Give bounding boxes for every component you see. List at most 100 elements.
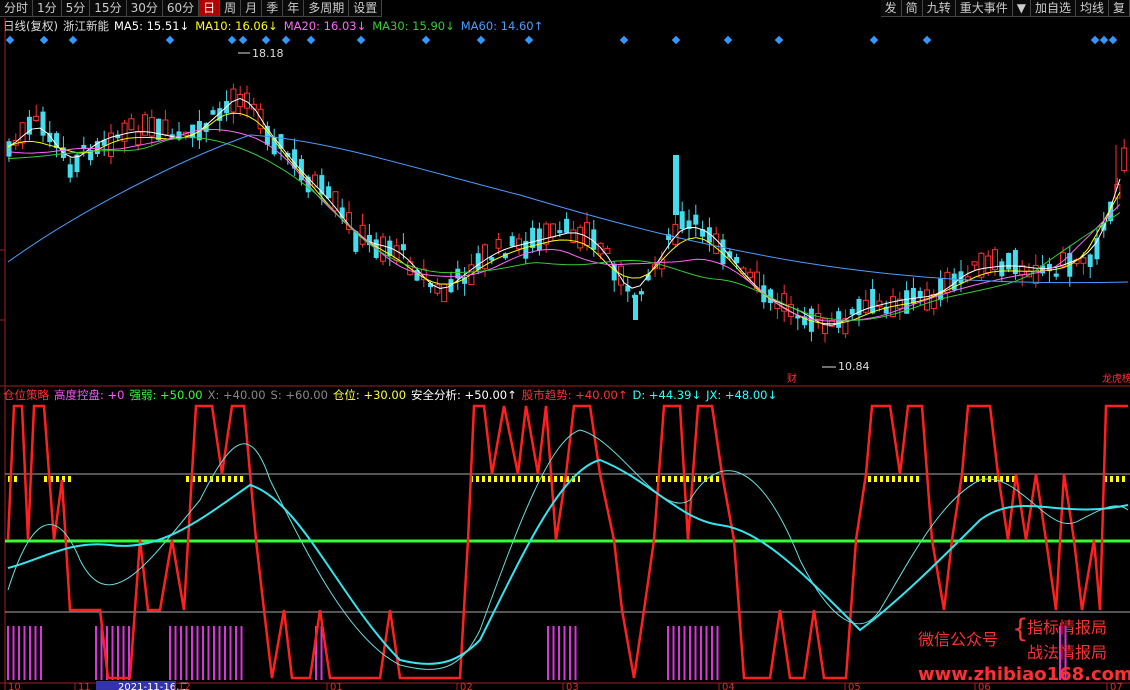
indicator-value-1: 高度控盘: +0 [54, 388, 125, 402]
candle [958, 259, 964, 293]
indicator-value-6: 安全分析: +50.00↑ [411, 388, 517, 402]
candle [611, 260, 617, 292]
candle [420, 259, 427, 288]
indicator-value-8: D: +44.39↓ [632, 388, 702, 402]
event-diamond [165, 35, 175, 45]
event-diamond [238, 35, 248, 45]
indicator-value-9: JX: +48.00↓ [706, 388, 778, 402]
candle [441, 282, 448, 303]
candle [359, 213, 366, 248]
watermark-brand-1: 指标情报局 [1027, 618, 1108, 637]
event-diamond [723, 35, 733, 45]
candle [1067, 245, 1073, 287]
candle [550, 223, 556, 242]
candle [455, 260, 461, 290]
candle [1006, 252, 1012, 273]
candle [210, 106, 216, 116]
ma60-line [7, 134, 1129, 284]
candle [625, 276, 631, 302]
candle [890, 288, 896, 318]
event-diamond [476, 35, 486, 45]
event-diamond [39, 35, 49, 45]
candle [679, 201, 685, 234]
candle [1087, 253, 1093, 278]
candle [94, 137, 100, 157]
date-label: 04 [722, 682, 735, 690]
candle-spike [673, 155, 679, 215]
event-diamond [869, 35, 879, 45]
candle [870, 279, 876, 315]
candle [1012, 247, 1018, 280]
date-label: 03 [566, 682, 579, 690]
candle [67, 157, 73, 183]
candle [978, 252, 985, 282]
candle [570, 220, 577, 244]
event-diamond [524, 35, 534, 45]
date-label: 02 [460, 682, 473, 690]
event-diamond [227, 35, 237, 45]
candle [904, 281, 910, 315]
candlestick-series [6, 83, 1128, 343]
candle [33, 104, 40, 122]
indicator-info-row: 仓位策略 高度控盘: +0 强弱: +50.00 X: +40.00 S: +60.00… [3, 388, 777, 403]
candle [128, 113, 135, 131]
event-diamond [1090, 35, 1100, 45]
low-price-label: 10.84 [838, 360, 870, 373]
candle [326, 181, 332, 199]
candle [366, 223, 372, 253]
indicator-value-4: S: +60.00 [270, 388, 328, 402]
candle [156, 118, 162, 142]
candle [774, 292, 781, 320]
candle [638, 288, 644, 302]
event-marker-bang: 龙虎榜 [1102, 372, 1130, 385]
event-marker-cai: 财 [787, 372, 797, 385]
candle [448, 271, 454, 294]
candle [910, 277, 916, 311]
candle [842, 309, 849, 338]
indicator-value-7: 股市趋势: +40.00↑ [521, 388, 628, 402]
event-diamond [306, 35, 316, 45]
event-diamond [356, 35, 366, 45]
candle [693, 204, 699, 237]
watermark-brand-2: 战法情报局 [1027, 643, 1108, 662]
watermark-wechat: 微信公众号 [918, 630, 999, 649]
candle [862, 289, 869, 315]
candle [530, 220, 536, 254]
event-diamond [774, 35, 784, 45]
date-label: 12 [178, 682, 191, 690]
date-label: 05 [848, 682, 861, 690]
date-label: 11 [78, 682, 91, 690]
candle [462, 267, 468, 296]
indicator-value-2: 强弱: +50.00 [129, 388, 203, 402]
event-diamond [1099, 35, 1109, 45]
candle [672, 213, 679, 248]
ma10-line [7, 112, 1121, 325]
candle [237, 86, 244, 117]
event-diamond [619, 35, 629, 45]
candle [162, 109, 169, 137]
candle [101, 130, 107, 157]
candle [971, 261, 978, 271]
candle [604, 245, 611, 254]
candle [849, 306, 855, 320]
event-diamond [281, 35, 291, 45]
candle [938, 270, 944, 307]
candle [808, 306, 814, 342]
event-diamond [671, 35, 681, 45]
watermark-url: www.zhibiao168.com [918, 664, 1130, 685]
candle [230, 83, 237, 124]
indicator-value-0: 仓位策略 [3, 388, 49, 402]
candle-spike [633, 295, 638, 320]
candle [346, 201, 352, 235]
ma30-line [7, 137, 1121, 321]
candle [577, 224, 584, 252]
date-label: 01 [330, 682, 343, 690]
candle [148, 109, 155, 147]
candle [951, 268, 957, 293]
candle [1121, 138, 1128, 174]
date-label: 10 [8, 682, 21, 690]
event-diamond [421, 35, 431, 45]
indicator-value-3: X: +40.00 [207, 388, 266, 402]
indicator-value-5: 仓位: +30.00 [332, 388, 407, 402]
candle [564, 212, 570, 233]
